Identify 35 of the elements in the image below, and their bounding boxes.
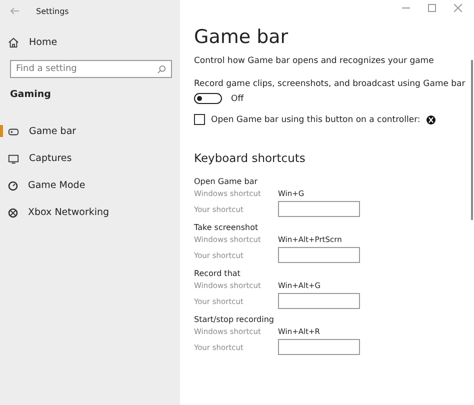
close-icon[interactable] xyxy=(454,4,462,12)
shortcut-input[interactable] xyxy=(278,201,360,217)
shortcut-name: Start/stop recording xyxy=(194,315,275,324)
search-icon xyxy=(157,65,166,74)
page-title: Game bar xyxy=(194,26,290,48)
window-title: Settings xyxy=(36,6,69,16)
xbox-icon xyxy=(8,208,18,218)
checkbox-label: Open Game bar using this button on a controller: xyxy=(211,114,420,124)
shortcut-input[interactable] xyxy=(278,247,360,263)
sidebar-item[interactable]: Captures xyxy=(0,145,180,172)
section-heading: Gaming xyxy=(10,89,52,100)
toggle-switch[interactable] xyxy=(194,93,222,104)
shortcut-name: Take screenshot xyxy=(194,223,260,232)
shortcut-input[interactable] xyxy=(278,339,360,355)
setting-label: Record game clips, screenshots, and broadcast using Game bar xyxy=(194,79,466,89)
toggle-state: Off xyxy=(231,94,244,104)
description-text: Control how Game bar opens and recognizes your game xyxy=(194,56,435,66)
shortcut-name: Record that xyxy=(194,269,242,278)
monitor-icon xyxy=(8,154,19,164)
maximize-icon[interactable] xyxy=(428,4,436,12)
scrollbar[interactable] xyxy=(471,60,473,220)
shortcut-input[interactable] xyxy=(278,293,360,309)
home-icon xyxy=(8,36,19,48)
gauge-icon xyxy=(8,180,18,190)
sidebar-item[interactable]: Game bar xyxy=(0,118,180,145)
xbox-icon xyxy=(426,114,436,124)
section-heading: Keyboard shortcuts xyxy=(194,151,306,165)
checkbox[interactable] xyxy=(194,114,205,125)
back-arrow-icon[interactable] xyxy=(10,7,20,15)
shortcut-name: Open Game bar xyxy=(194,177,259,186)
search-field[interactable]: Find a setting xyxy=(10,60,172,78)
sidebar-item[interactable]: Xbox Networking xyxy=(0,199,180,226)
gamepad-icon xyxy=(8,126,19,136)
home-link[interactable]: Home xyxy=(0,32,180,52)
sidebar-item[interactable]: Game Mode xyxy=(0,172,180,199)
